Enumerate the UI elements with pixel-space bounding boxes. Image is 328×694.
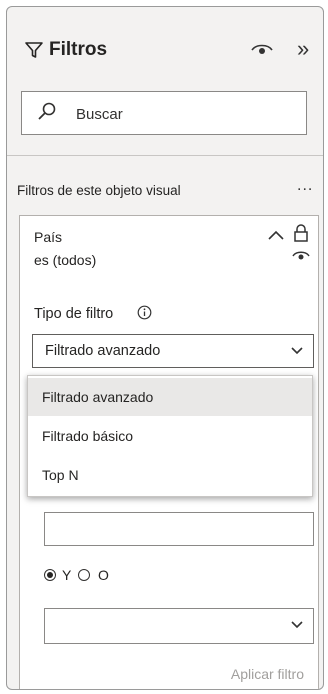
or-label: O <box>98 567 109 583</box>
pane-title: Filtros <box>49 39 108 60</box>
filter-type-value: Filtrado avanzado <box>45 343 161 359</box>
filter-type-options: Filtrado avanzado Filtrado básico Top N <box>27 375 313 497</box>
and-label: Y <box>62 567 72 583</box>
or-radio[interactable] <box>78 569 90 581</box>
chevron-up-icon[interactable] <box>268 230 284 240</box>
lock-icon[interactable] <box>294 224 308 242</box>
info-icon[interactable] <box>137 305 152 320</box>
eye-icon[interactable] <box>251 42 273 58</box>
filter-field-name: País <box>34 229 63 245</box>
option-top-n[interactable]: Top N <box>28 456 312 494</box>
search-box[interactable] <box>21 91 307 135</box>
apply-filter-button[interactable]: Aplicar filtro <box>231 666 304 682</box>
more-options-button[interactable]: ... <box>297 177 313 195</box>
filter-summary: es (todos) <box>34 252 97 268</box>
pane-header: Filtros » <box>7 7 323 87</box>
second-condition-dropdown[interactable] <box>44 608 314 644</box>
and-radio[interactable] <box>44 569 56 581</box>
filter-value-input[interactable] <box>44 512 314 546</box>
eye-icon[interactable] <box>292 250 310 263</box>
divider <box>7 155 323 156</box>
filter-type-dropdown[interactable]: Filtrado avanzado <box>32 334 314 368</box>
filters-pane: Filtros » Filtros de este objeto visual … <box>6 6 324 690</box>
section-title: Filtros de este objeto visual <box>17 183 181 198</box>
option-advanced[interactable]: Filtrado avanzado <box>28 378 312 416</box>
search-input[interactable] <box>74 102 298 126</box>
search-icon <box>38 102 56 120</box>
chevron-down-icon <box>291 347 303 355</box>
option-basic[interactable]: Filtrado básico <box>28 417 312 455</box>
funnel-icon <box>25 42 43 58</box>
chevron-down-icon <box>291 621 303 629</box>
filter-type-label: Tipo de filtro <box>34 306 114 322</box>
collapse-pane-icon[interactable]: » <box>297 38 309 60</box>
